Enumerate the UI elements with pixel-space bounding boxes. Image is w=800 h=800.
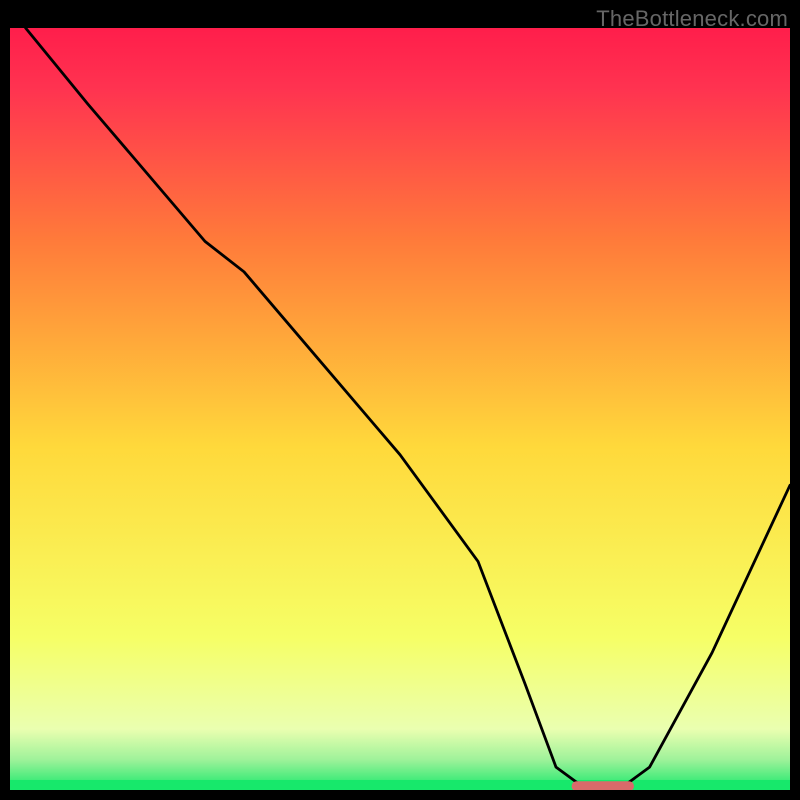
chart-plot [10, 28, 790, 790]
watermark-label: TheBottleneck.com [596, 6, 788, 32]
chart-frame [10, 28, 790, 790]
optimal-range-marker [572, 781, 634, 790]
baseline-green-band [10, 780, 790, 790]
gradient-background [10, 28, 790, 790]
